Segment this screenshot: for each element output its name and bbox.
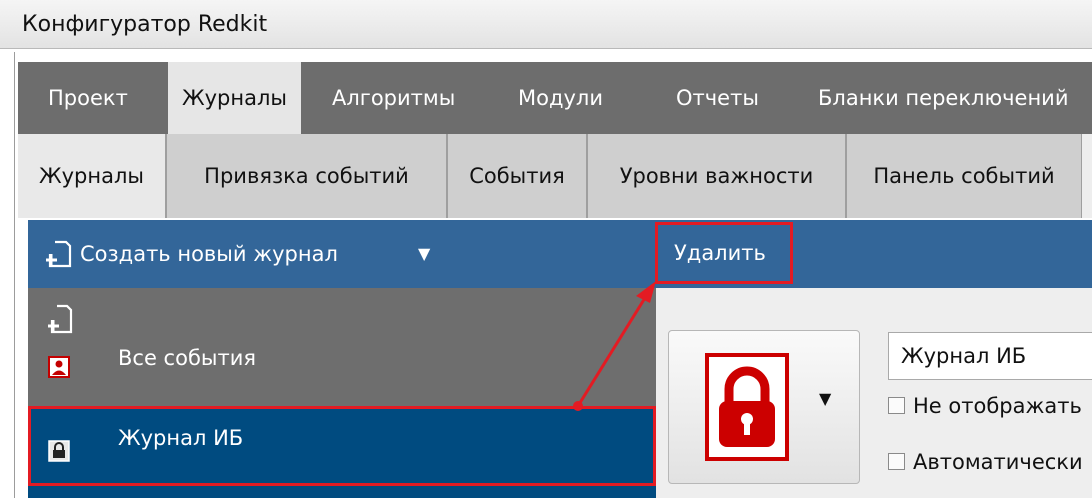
create-journal-label: Создать новый журнал (80, 242, 338, 266)
delete-button[interactable]: Удалить (655, 222, 793, 284)
hide-checkbox[interactable]: Не отображать (888, 394, 1092, 424)
new-document-icon (46, 240, 72, 268)
new-document-icon (48, 304, 73, 334)
journal-details: ▼ Журнал ИБ Не отображать Автоматически (656, 288, 1092, 498)
user-red-icon (48, 356, 70, 378)
lock-red-icon (705, 353, 789, 461)
menu-item-algorithms[interactable]: Алгоритмы (318, 62, 469, 134)
list-item-all-events[interactable]: Все события (28, 288, 656, 408)
window-title: Конфигуратор Redkit (22, 12, 268, 37)
auto-checkbox[interactable]: Автоматически (888, 450, 1092, 480)
main-menu: Проект Журналы Алгоритмы Модули Отчеты Б… (18, 62, 1092, 134)
tab-severity-levels[interactable]: Уровни важности (587, 134, 846, 218)
list-item-label: Все события (118, 346, 256, 370)
tab-journals[interactable]: Журналы (18, 134, 166, 218)
menu-item-modules[interactable]: Модули (504, 62, 617, 134)
tab-event-binding[interactable]: Привязка событий (166, 134, 447, 218)
checkbox-box[interactable] (888, 452, 905, 470)
menu-item-switching-forms[interactable]: Бланки переключений (804, 62, 1082, 134)
selection-highlight (28, 406, 656, 486)
tab-events[interactable]: События (447, 134, 587, 218)
auto-checkbox-label: Автоматически (913, 450, 1083, 474)
toolbar: Создать новый журнал ▼ (28, 220, 1092, 288)
journal-icon-button[interactable]: ▼ (668, 330, 860, 484)
menu-item-project[interactable]: Проект (34, 62, 142, 134)
menu-item-journals[interactable]: Журналы (168, 62, 301, 134)
sub-tabs: Журналы Привязка событий События Уровни … (18, 134, 1092, 218)
tab-event-panel[interactable]: Панель событий (846, 134, 1082, 218)
hide-checkbox-label: Не отображать (913, 394, 1082, 418)
menu-item-reports[interactable]: Отчеты (662, 62, 773, 134)
chevron-down-icon[interactable]: ▼ (819, 389, 831, 408)
checkbox-box[interactable] (888, 396, 905, 414)
caret-down-icon[interactable]: ▼ (418, 220, 430, 288)
journal-name-field[interactable]: Журнал ИБ (888, 332, 1092, 380)
title-bar: Конфигуратор Redkit (0, 0, 1092, 49)
